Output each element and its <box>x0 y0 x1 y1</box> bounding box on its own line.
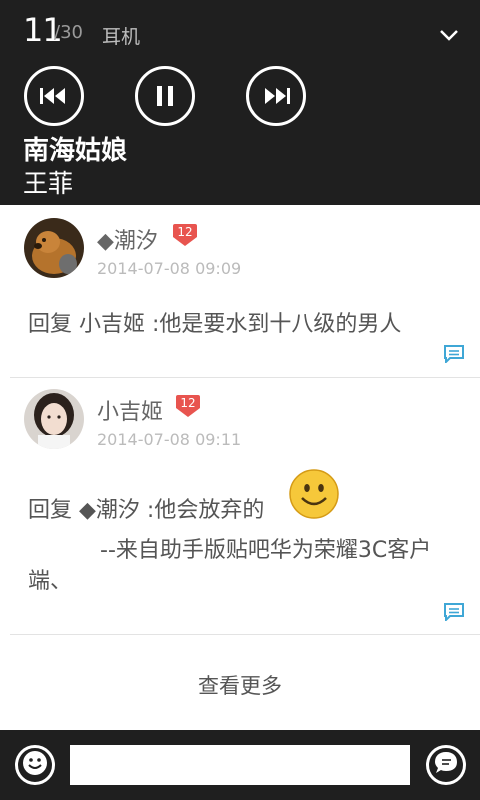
artist-name: 王菲 <box>23 169 74 198</box>
post-body: 回复 小吉姬 :他是要水到十八级的男人 <box>28 312 402 337</box>
pause-button[interactable] <box>135 66 195 126</box>
post-signature-continued: 端、 <box>28 569 73 594</box>
track-total: /30 <box>54 22 83 43</box>
send-button[interactable] <box>426 745 466 785</box>
media-overlay: 11 /30 耳机 南海姑娘 王菲 <box>0 0 480 205</box>
avatar[interactable] <box>24 218 84 278</box>
screen: 11 /30 耳机 南海姑娘 王菲 ◆潮汐 12 2014-07-08 09:0… <box>0 0 480 800</box>
reply-icon[interactable] <box>444 345 464 365</box>
chevron-down-icon[interactable] <box>438 24 460 46</box>
level-badge: 12 <box>175 394 201 418</box>
username[interactable]: 小吉姬 <box>97 394 163 426</box>
post-time: 2014-07-08 09:09 <box>97 259 242 278</box>
previous-icon <box>39 86 69 106</box>
level-number: 12 <box>177 225 193 239</box>
reply-icon[interactable] <box>444 603 464 623</box>
username[interactable]: ◆潮汐 <box>97 223 158 255</box>
next-icon <box>261 86 291 106</box>
song-title: 南海姑娘 <box>23 136 128 166</box>
composer-bar <box>0 730 480 800</box>
send-icon <box>433 750 459 780</box>
level-badge: 12 <box>172 223 198 247</box>
load-more-button[interactable]: 查看更多 <box>0 670 480 700</box>
smiley-emoji-icon <box>288 468 340 520</box>
reply-input[interactable] <box>70 745 410 785</box>
audio-output-label: 耳机 <box>102 26 141 48</box>
emoji-button[interactable] <box>15 745 55 785</box>
divider <box>10 634 480 635</box>
post-body: 回复 ◆潮汐 :他会放弃的 <box>28 498 265 523</box>
previous-button[interactable] <box>24 66 84 126</box>
next-button[interactable] <box>246 66 306 126</box>
post-signature: --来自助手版贴吧华为荣耀3C客户 <box>100 538 432 563</box>
divider <box>10 377 480 378</box>
avatar[interactable] <box>24 389 84 449</box>
smiley-icon <box>22 750 48 780</box>
level-number: 12 <box>180 396 196 410</box>
post-time: 2014-07-08 09:11 <box>97 430 242 449</box>
pause-icon <box>154 84 176 108</box>
